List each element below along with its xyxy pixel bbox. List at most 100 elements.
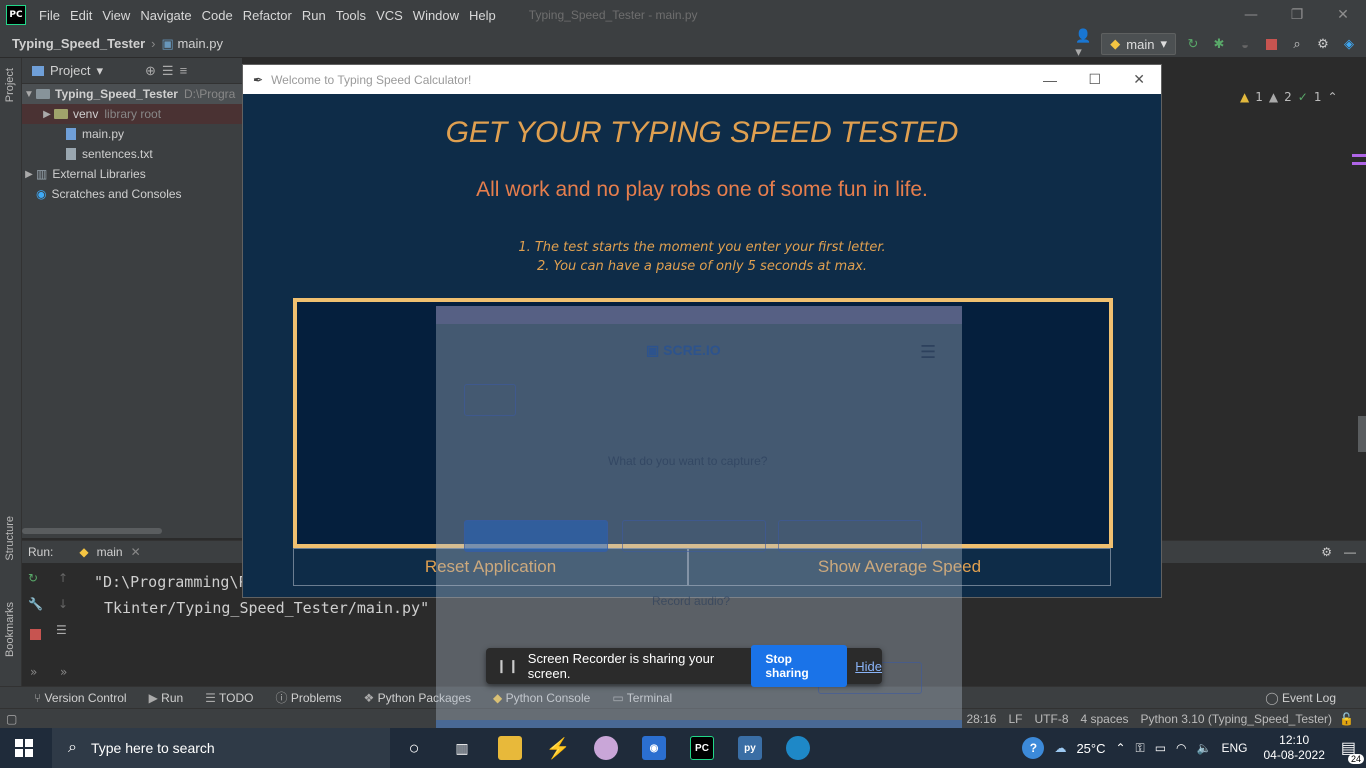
tree-item-scratches[interactable]: ◉ Scratches and Consoles [22,184,242,204]
line-separator[interactable]: LF [1008,712,1022,726]
menu-file[interactable]: File [34,8,65,23]
rerun-icon[interactable]: ↻ [1184,35,1202,53]
paint-icon[interactable] [582,728,630,768]
system-tray: ? ☁ 25°C ⌃ ⚿ ▭ ◠ 🔈 ENG 12:10 04-08-2022 … [1022,728,1366,768]
hide-link[interactable]: Hide [855,659,882,674]
debug-icon[interactable]: ✱ [1210,35,1228,53]
python-idle-icon[interactable]: py [726,728,774,768]
clock[interactable]: 12:10 04-08-2022 [1263,733,1324,763]
sublime-icon[interactable]: ⚡ [534,728,582,768]
settings-gear-icon[interactable]: ⚙ [1314,35,1332,53]
network-icon[interactable]: ⚿ [1136,741,1145,756]
breadcrumb-project[interactable]: Typing_Speed_Tester [12,36,145,51]
close-tab-icon[interactable]: ✕ [131,545,141,559]
project-tool-tab[interactable]: Project [4,68,16,102]
menu-window[interactable]: Window [408,8,464,23]
breadcrumb-file[interactable]: main.py [177,36,223,51]
battery-icon[interactable]: ▭ [1155,741,1166,755]
locate-icon[interactable]: ⊕ [145,63,156,79]
file-encoding[interactable]: UTF-8 [1035,712,1069,726]
menu-code[interactable]: Code [197,8,238,23]
language-indicator[interactable]: ENG [1221,741,1247,755]
menu-tools[interactable]: Tools [331,8,371,23]
wrench-icon[interactable]: 🔧 [28,597,43,611]
stop-sharing-button[interactable]: Stop sharing [751,645,848,687]
indent-setting[interactable]: 4 spaces [1081,712,1129,726]
hide-panel-icon[interactable]: — [1344,545,1356,559]
menu-refactor[interactable]: Refactor [238,8,297,23]
task-view-icon[interactable]: ▥ [438,728,486,768]
soft-wrap-icon[interactable]: ☰ [56,623,67,637]
rerun-icon[interactable]: ↻ [28,571,38,585]
tab-run[interactable]: ▶ Run [149,691,184,705]
tab-problems[interactable]: ⓘ Problems [276,689,342,706]
chevron-up-icon[interactable]: ⌃ [1115,741,1125,755]
chevron-down-icon[interactable]: ▾ [96,63,103,79]
run-configuration-select[interactable]: ◆ main ▾ [1101,33,1176,55]
up-arrow-icon[interactable]: ↑ [58,571,68,585]
help-icon[interactable]: ? [1022,737,1045,759]
search-icon[interactable]: ⌕ [1288,35,1306,53]
caret-position[interactable]: 28:16 [966,712,996,726]
start-button[interactable] [0,728,48,768]
menu-help[interactable]: Help [464,8,501,23]
menu-view[interactable]: View [97,8,135,23]
weather-icon[interactable]: ☁ [1054,741,1066,755]
ghost-titlebar [436,306,962,324]
editor-area[interactable]: ▲ 1 ▲ 2 ✓ 1 ⌃ [1162,58,1366,538]
coverage-icon[interactable]: ◒ [1236,35,1254,53]
volume-icon[interactable]: 🔈 [1197,741,1212,755]
menu-vcs[interactable]: VCS [371,8,408,23]
pycharm-taskbar-icon[interactable]: PC [678,728,726,768]
python-interpreter[interactable]: Python 3.10 (Typing_Speed_Tester) [1141,712,1332,726]
menu-edit[interactable]: Edit [65,8,97,23]
expand-all-icon[interactable]: ☰ [162,63,174,79]
cortana-icon[interactable]: ○ [390,728,438,768]
run-tab-main[interactable]: main [97,545,123,559]
bookmarks-tool-tab[interactable]: Bookmarks [4,602,16,657]
share-message: Screen Recorder is sharing your screen. [527,651,715,681]
collapse-all-icon[interactable]: ≡ [180,63,188,78]
menu-navigate[interactable]: Navigate [135,8,196,23]
project-panel-title[interactable]: Project [50,63,90,78]
layout-icon[interactable]: ▢ [6,712,17,726]
edge-browser-icon[interactable] [774,728,822,768]
structure-tool-tab[interactable]: Structure [4,516,16,561]
tree-item-sentences-txt[interactable]: sentences.txt [22,144,242,164]
plugin-icon[interactable]: ◈ [1340,35,1358,53]
tab-event-log[interactable]: ◯ Event Log [1265,691,1336,705]
user-icon[interactable]: 👤▾ [1075,28,1093,59]
tree-item-main-py[interactable]: main.py [22,124,242,144]
horizontal-scrollbar[interactable] [22,528,162,534]
stop-icon[interactable] [30,629,41,640]
stop-icon[interactable] [1262,35,1280,53]
temperature[interactable]: 25°C [1076,741,1105,756]
chevron-up-icon[interactable]: ⌃ [1327,90,1337,104]
inspection-widget[interactable]: ▲ 1 ▲ 2 ✓ 1 ⌃ [1240,90,1338,104]
settings-gear-icon[interactable]: ⚙ [1321,545,1332,559]
tree-item-external-libraries[interactable]: ▶ ▥ External Libraries [22,164,242,184]
restore-icon[interactable]: ❐ [1274,7,1320,23]
taskbar-search[interactable]: ⌕ Type here to search [52,728,390,768]
lock-icon[interactable]: 🔓 [1339,712,1354,726]
maximize-icon[interactable]: ☐ [1088,71,1101,88]
down-arrow-icon[interactable]: ↓ [58,597,68,611]
more-icon[interactable]: » [60,665,67,679]
tab-todo[interactable]: ☰ TODO [205,691,253,705]
notification-icon[interactable]: ▤ 24 [1341,738,1364,764]
file-explorer-icon[interactable] [486,728,534,768]
vertical-scrollbar[interactable] [1358,416,1366,452]
page-heading: GET YOUR TYPING SPEED TESTED [445,116,959,149]
tab-version-control[interactable]: ⑂ Version Control [34,691,127,705]
close-icon[interactable]: ✕ [1320,7,1366,23]
tree-item-project-root[interactable]: ▼ Typing_Speed_Tester D:\Progra [22,84,242,104]
minimize-icon[interactable]: — [1043,72,1057,88]
tkinter-window-title: Welcome to Typing Speed Calculator! [271,72,472,87]
close-icon[interactable]: ✕ [1133,71,1145,88]
menu-run[interactable]: Run [297,8,331,23]
camera-app-icon[interactable]: ◉ [630,728,678,768]
wifi-icon[interactable]: ◠ [1176,741,1186,755]
minimize-icon[interactable]: — [1228,7,1274,23]
more-icon[interactable]: » [30,665,37,679]
tree-item-venv[interactable]: ▶ venv library root [22,104,242,124]
